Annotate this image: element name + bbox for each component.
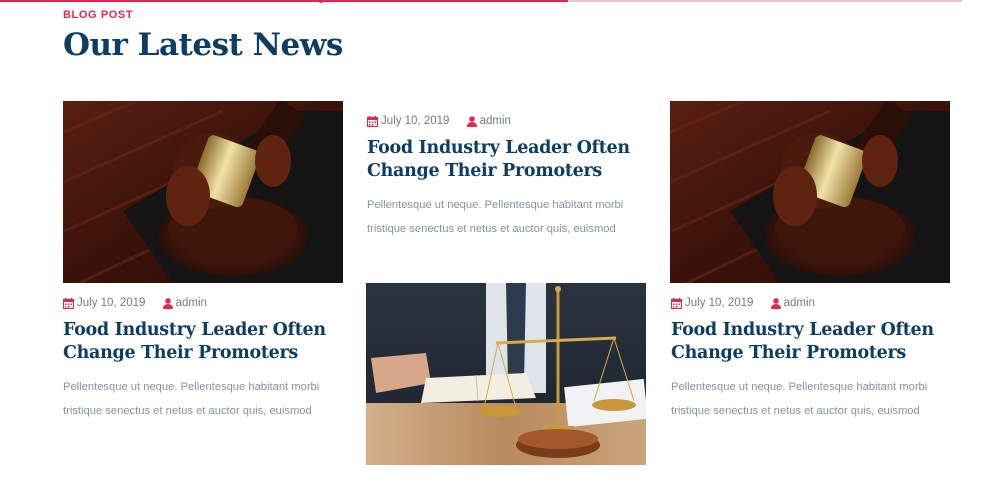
calendar-icon — [671, 297, 682, 309]
post-3-excerpt: Pellentesque ut neque. Pellentesque habi… — [671, 381, 928, 417]
post-2-date[interactable]: July 10, 2019 — [367, 115, 449, 127]
post-1-title[interactable]: Food Industry Leader Often Change Their … — [63, 319, 353, 365]
top-line-marker — [318, 0, 324, 3]
user-icon — [770, 297, 781, 309]
section-title: Our Latest News — [63, 27, 343, 63]
post-2-author-text: admin — [479, 115, 511, 127]
post-1-excerpt: Pellentesque ut neque. Pellentesque habi… — [63, 381, 320, 417]
top-progress-line — [0, 0, 962, 3]
post-1-image[interactable] — [63, 101, 343, 283]
post-3-image[interactable] — [670, 101, 950, 283]
post-2-image[interactable] — [366, 283, 646, 465]
post-3-author-text: admin — [783, 297, 815, 309]
post-1-meta: July 10, 2019 admin — [63, 297, 221, 312]
post-2-excerpt: Pellentesque ut neque. Pellentesque habi… — [367, 199, 624, 235]
post-3-date[interactable]: July 10, 2019 — [671, 297, 753, 309]
post-2-title[interactable]: Food Industry Leader Often Change Their … — [367, 137, 657, 183]
post-3-meta: July 10, 2019 admin — [671, 297, 829, 312]
post-1-date-text: July 10, 2019 — [77, 297, 146, 309]
post-2-author[interactable]: admin — [466, 115, 511, 127]
user-icon — [466, 115, 477, 127]
post-1-author-text: admin — [175, 297, 207, 309]
post-3-author[interactable]: admin — [770, 297, 815, 309]
user-icon — [162, 297, 173, 309]
post-3-date-text: July 10, 2019 — [685, 297, 754, 309]
calendar-icon — [367, 115, 378, 127]
post-2-date-text: July 10, 2019 — [381, 115, 450, 127]
section-eyebrow: BLOG POST — [63, 9, 134, 21]
top-line-accent — [0, 0, 568, 2]
post-2-meta: July 10, 2019 admin — [367, 115, 525, 130]
post-1-date[interactable]: July 10, 2019 — [63, 297, 145, 309]
calendar-icon — [63, 297, 74, 309]
post-3-title[interactable]: Food Industry Leader Often Change Their … — [671, 319, 961, 365]
post-1-author[interactable]: admin — [162, 297, 207, 309]
